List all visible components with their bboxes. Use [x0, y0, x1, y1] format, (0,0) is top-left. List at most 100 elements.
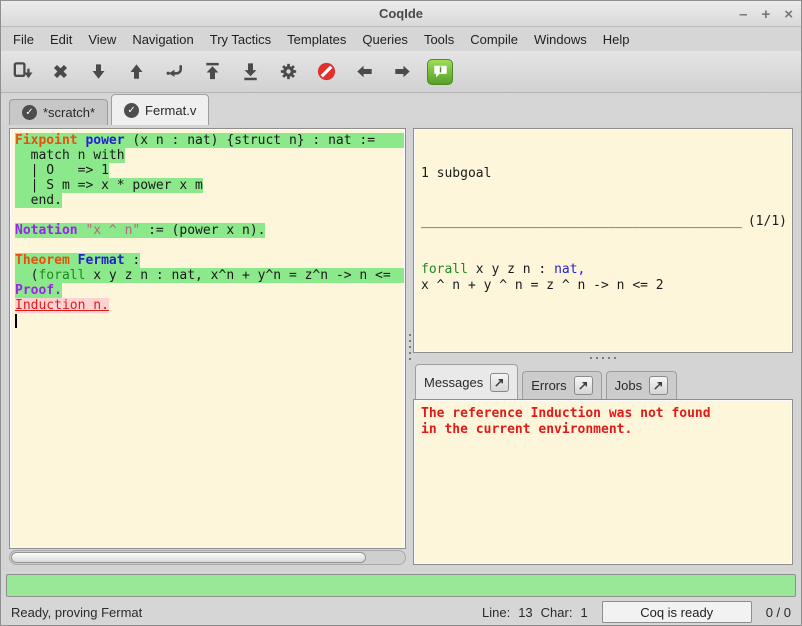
detach-arrow-icon [653, 380, 664, 391]
tab-label: Fermat.v [145, 103, 196, 118]
line-value: 13 [518, 605, 532, 620]
progress-area [1, 571, 801, 599]
detach-button[interactable] [649, 376, 668, 395]
back-icon [353, 60, 376, 83]
code-line [15, 313, 404, 328]
code-line: | O => 1 [15, 163, 404, 178]
line-label: Line: [482, 605, 510, 620]
close-icon [49, 60, 72, 83]
back-button[interactable] [351, 59, 377, 85]
interrupt-icon [315, 60, 338, 83]
script-pane: Fixpoint power (x n : nat) {struct n} : … [9, 128, 406, 565]
window-controls: – + × [739, 1, 793, 27]
menu-templates[interactable]: Templates [279, 29, 354, 50]
menu-try-tactics[interactable]: Try Tactics [202, 29, 279, 50]
main-split-area: Fixpoint power (x n : nat) {struct n} : … [1, 125, 801, 571]
step-backward-button[interactable] [123, 59, 149, 85]
code-line: x ^ n + y ^ n = z ^ n -> n <= 2 [421, 278, 787, 294]
subgoal-header: 1 subgoal [421, 166, 787, 182]
save-icon [11, 60, 34, 83]
vertical-splitter[interactable] [406, 128, 413, 565]
step-backward-icon [125, 60, 148, 83]
detach-arrow-icon [578, 380, 589, 391]
message-line: in the current environment. [421, 422, 787, 438]
goal-counter: (1/1) [748, 214, 787, 230]
detach-arrow-icon [494, 377, 505, 388]
coqide-window: CoqIde – + × FileEditViewNavigationTry T… [0, 0, 802, 626]
status-message: Ready, proving Fermat [11, 605, 482, 620]
separator-line: ________________________________________… [421, 214, 742, 230]
close-button[interactable] [47, 59, 73, 85]
tab-label: Errors [531, 378, 566, 393]
char-value: 1 [580, 605, 587, 620]
goal-statement: forall x y z n : nat,x ^ n + y ^ n = z ^… [421, 262, 787, 294]
go-to-cursor-icon [163, 60, 186, 83]
forward-button[interactable] [389, 59, 415, 85]
interrupt-button[interactable] [313, 59, 339, 85]
run-to-end-button[interactable] [237, 59, 263, 85]
goals-view[interactable]: 1 subgoal ______________________________… [415, 130, 791, 351]
close-icon[interactable]: × [784, 7, 793, 22]
code-line: match n with [15, 148, 404, 163]
svg-text:i: i [439, 64, 442, 74]
code-line: | S m => x * power x m [15, 178, 404, 193]
menu-queries[interactable]: Queries [354, 29, 416, 50]
document-tab-bar: ✓ *scratch* ✓ Fermat.v [1, 93, 801, 125]
maximize-icon[interactable]: + [761, 7, 770, 22]
tab-errors[interactable]: Errors [522, 371, 601, 399]
coq-state-button[interactable]: Coq is ready [602, 601, 752, 623]
menu-edit[interactable]: Edit [42, 29, 80, 50]
go-to-cursor-button[interactable] [161, 59, 187, 85]
menu-windows[interactable]: Windows [526, 29, 595, 50]
detach-button[interactable] [574, 376, 593, 395]
message-tab-bar: Messages Errors Jobs [413, 363, 793, 399]
settings-icon [277, 60, 300, 83]
code-line [15, 208, 404, 223]
toolbar: i [1, 51, 801, 93]
horizontal-splitter[interactable] [413, 353, 793, 363]
menu-compile[interactable]: Compile [462, 29, 526, 50]
menu-view[interactable]: View [80, 29, 124, 50]
code-line: Theorem Fermat : [15, 253, 404, 268]
forward-icon [391, 60, 414, 83]
tab-label: Messages [424, 375, 483, 390]
code-line [15, 238, 404, 253]
menu-tools[interactable]: Tools [416, 29, 462, 50]
code-line: Fixpoint power (x n : nat) {struct n} : … [15, 133, 404, 148]
detach-button[interactable] [490, 373, 509, 392]
minimize-icon[interactable]: – [739, 7, 747, 22]
scrollbar-thumb[interactable] [11, 552, 366, 563]
menu-help[interactable]: Help [595, 29, 638, 50]
window-title: CoqIde [1, 6, 801, 21]
messages-view[interactable]: The reference Induction was not foundin … [415, 401, 791, 563]
progress-bar [6, 574, 796, 597]
horizontal-scrollbar[interactable] [9, 550, 406, 565]
status-right: Line: 13 Char: 1 Coq is ready 0 / 0 [482, 601, 791, 623]
tab-scratch[interactable]: ✓ *scratch* [9, 99, 108, 125]
step-forward-icon [87, 60, 110, 83]
tab-check-icon: ✓ [22, 105, 37, 120]
status-bar: Ready, proving Fermat Line: 13 Char: 1 C… [1, 599, 801, 625]
menu-file[interactable]: File [5, 29, 42, 50]
save-button[interactable] [9, 59, 35, 85]
script-editor[interactable]: Fixpoint power (x n : nat) {struct n} : … [11, 130, 404, 547]
tab-fermat-v[interactable]: ✓ Fermat.v [111, 94, 209, 125]
proof-pane: 1 subgoal ______________________________… [413, 128, 793, 565]
tab-label: Jobs [615, 378, 642, 393]
about-button[interactable]: i [427, 59, 453, 85]
title-bar[interactable]: CoqIde – + × [1, 1, 801, 27]
menu-bar: FileEditViewNavigationTry TacticsTemplat… [1, 27, 801, 51]
menu-navigation[interactable]: Navigation [124, 29, 201, 50]
step-forward-button[interactable] [85, 59, 111, 85]
run-to-start-icon [201, 60, 224, 83]
settings-button[interactable] [275, 59, 301, 85]
tab-jobs[interactable]: Jobs [606, 371, 677, 399]
workers-counter: 0 / 0 [766, 605, 791, 620]
tab-label: *scratch* [43, 105, 95, 120]
tab-check-icon: ✓ [124, 103, 139, 118]
run-to-start-button[interactable] [199, 59, 225, 85]
goals-frame: 1 subgoal ______________________________… [413, 128, 793, 353]
goal-separator: ________________________________________… [421, 214, 787, 230]
messages-frame: The reference Induction was not foundin … [413, 399, 793, 565]
tab-messages[interactable]: Messages [415, 364, 518, 399]
